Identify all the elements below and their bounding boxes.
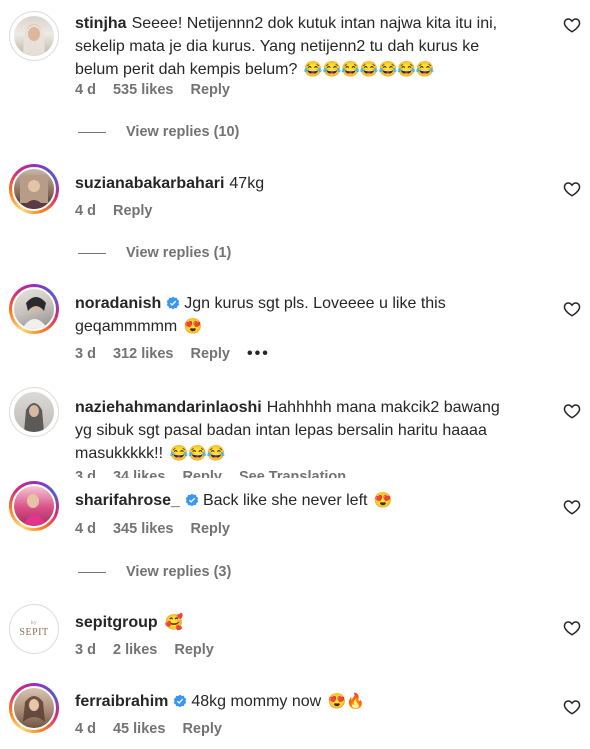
avatar-image: [22, 297, 48, 329]
comment-body-line: yg sibuk sgt pasal badan intan lepas ber…: [75, 422, 487, 439]
more-options-icon[interactable]: •••: [247, 345, 270, 362]
comment-body-line: Hahhhhh mana makcik2 bawang: [266, 399, 500, 416]
comment-meta: 3 d 34 likes Reply See Translation: [75, 469, 359, 478]
comment-body-line: belum perit dah kempis belum?: [75, 61, 298, 78]
avatar-image: [23, 24, 45, 56]
comment-meta: 4 d 345 likes Reply: [75, 521, 243, 537]
comment-likes[interactable]: 535 likes: [113, 82, 173, 98]
heart-icon[interactable]: [563, 698, 581, 716]
avatar-image: [24, 403, 44, 432]
comment-meta: 3 d 2 likes Reply: [75, 642, 227, 658]
divider-line: [78, 571, 106, 573]
comment-likes[interactable]: 45 likes: [113, 721, 165, 737]
comment-username[interactable]: noradanish: [75, 295, 161, 312]
comment-time[interactable]: 3 d: [75, 642, 96, 658]
comment-likes[interactable]: 312 likes: [113, 346, 173, 362]
heart-icon[interactable]: [563, 498, 581, 516]
emoji-heart-eyes: 😍: [373, 492, 393, 509]
comment-username[interactable]: naziehahmandarinlaoshi: [75, 399, 262, 416]
comment-text: stinjha Seeee! Netijennn2 dok kutuk intan…: [75, 12, 545, 81]
comment-text: sepitgroup 🥰: [75, 611, 545, 634]
avatar[interactable]: by SEPIT: [9, 604, 59, 654]
comment-meta: 4 d 45 likes Reply: [75, 721, 235, 737]
heart-icon[interactable]: [563, 619, 581, 637]
view-replies-label: View replies (10): [126, 124, 240, 140]
comment-time[interactable]: 4 d: [75, 521, 96, 537]
comment-body-line: Seeee! Netijennn2 dok kutuk intan najwa …: [131, 15, 498, 32]
avatar-image: [20, 175, 48, 209]
reply-button[interactable]: Reply: [174, 642, 214, 658]
avatar[interactable]: [9, 683, 59, 733]
avatar-image: [23, 696, 45, 722]
comment-time[interactable]: 3 d: [75, 469, 96, 478]
comment-username[interactable]: stinjha: [75, 15, 127, 32]
heart-icon[interactable]: [563, 402, 581, 420]
view-replies-button[interactable]: View replies (3): [78, 564, 231, 580]
emoji-laughing: 😂😂😂: [169, 445, 226, 462]
comment-meta: 4 d 535 likes Reply: [75, 82, 243, 98]
reply-button[interactable]: Reply: [191, 346, 231, 362]
comment-body: 47kg: [229, 175, 265, 192]
avatar-brand-text: SEPIT: [19, 626, 49, 638]
verified-badge-icon: [167, 296, 180, 310]
reply-button[interactable]: Reply: [113, 203, 153, 219]
comment-body: 48kg mommy now: [191, 693, 322, 710]
avatar-image: [23, 494, 47, 526]
comment-time[interactable]: 4 d: [75, 82, 96, 98]
comment-username[interactable]: ferraibrahim: [75, 693, 168, 710]
heart-icon[interactable]: [563, 300, 581, 318]
reply-button[interactable]: Reply: [182, 469, 222, 478]
see-translation-button[interactable]: See Translation: [239, 469, 346, 478]
comment-text: naziehahmandarinlaoshi Hahhhhh mana makci…: [75, 396, 545, 465]
comment-text: sharifahrose_ Back like she never left 😍: [75, 489, 545, 512]
avatar[interactable]: [9, 11, 59, 61]
comment-likes[interactable]: 345 likes: [113, 521, 173, 537]
comment-time[interactable]: 3 d: [75, 346, 96, 362]
comment-meta: 4 d Reply: [75, 203, 165, 219]
emoji-laughing: 😂😂😂😂😂😂😂: [303, 61, 435, 78]
comment-text: suzianabakarbahari 47kg: [75, 172, 545, 195]
emoji-smiling-hearts: 🥰: [164, 614, 184, 631]
comment-body-line: geqammmmm: [75, 318, 178, 335]
view-replies-button[interactable]: View replies (10): [78, 124, 239, 140]
comment-time[interactable]: 4 d: [75, 721, 96, 737]
comment-likes[interactable]: 34 likes: [113, 469, 165, 478]
heart-icon[interactable]: [563, 180, 581, 198]
comment-likes[interactable]: 2 likes: [113, 642, 157, 658]
reply-button[interactable]: Reply: [191, 82, 231, 98]
sepit-logo: by SEPIT: [12, 607, 56, 651]
reply-button[interactable]: Reply: [191, 521, 231, 537]
comment-body: Back like she never left: [202, 492, 368, 509]
emoji-heart-eyes: 😍: [183, 318, 203, 335]
emoji-heart-eyes-fire: 😍🔥: [327, 693, 366, 710]
comment-text: noradanish Jgn kurus sgt pls. Loveeee u l…: [75, 292, 545, 338]
comment-time[interactable]: 4 d: [75, 203, 96, 219]
reply-button[interactable]: Reply: [182, 721, 222, 737]
comment-body-line: masukkkkk!!: [75, 445, 164, 462]
avatar[interactable]: [9, 284, 59, 334]
verified-badge-icon: [174, 694, 187, 708]
divider-line: [78, 131, 106, 133]
verified-badge-icon: [185, 493, 199, 507]
avatar[interactable]: [9, 387, 59, 437]
view-replies-label: View replies (1): [126, 245, 232, 261]
view-replies-button[interactable]: View replies (1): [78, 245, 231, 261]
comment-text: ferraibrahim 48kg mommy now 😍🔥: [75, 690, 545, 713]
comment-username[interactable]: sepitgroup: [75, 614, 158, 631]
avatar[interactable]: [9, 164, 59, 214]
divider-line: [78, 252, 106, 254]
avatar[interactable]: [9, 481, 59, 531]
heart-icon[interactable]: [563, 16, 581, 34]
comment-body-line: Jgn kurus sgt pls. Loveeee u like this: [184, 295, 446, 312]
comment-meta: 3 d 312 likes Reply •••: [75, 345, 283, 363]
comment-username[interactable]: sharifahrose_: [75, 492, 180, 509]
comment-username[interactable]: suzianabakarbahari: [75, 175, 224, 192]
comment-body-line: sekelip mata je dia kurus. Yang netijenn…: [75, 38, 480, 55]
view-replies-label: View replies (3): [126, 564, 232, 580]
